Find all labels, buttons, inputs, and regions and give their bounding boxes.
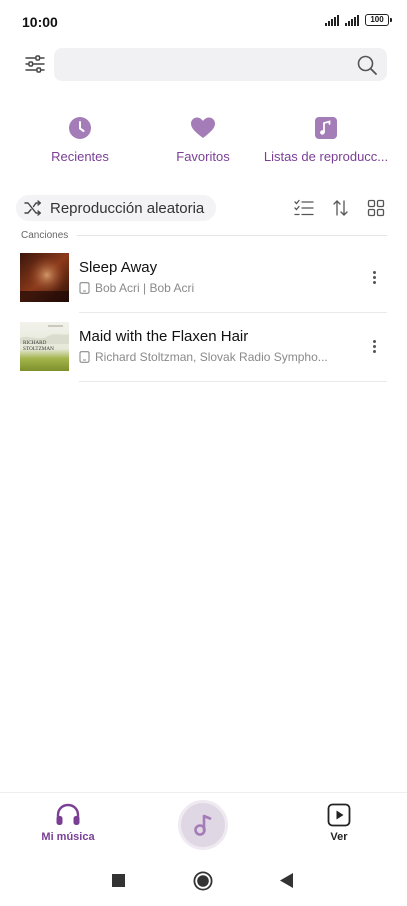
search-input[interactable] bbox=[54, 47, 387, 81]
grid-view-icon bbox=[367, 199, 385, 217]
song-title: Sleep Away bbox=[79, 259, 158, 276]
grid-view-button[interactable] bbox=[366, 198, 386, 218]
music-app-screen: 10:00 100 Recientes Favoritos Listas de … bbox=[0, 0, 407, 906]
shuffle-play-button[interactable]: Reproducción aleatoria bbox=[16, 195, 217, 221]
sliders-icon bbox=[25, 55, 45, 73]
phone-storage-icon bbox=[79, 282, 90, 294]
multi-select-icon bbox=[294, 199, 314, 216]
signal-icon bbox=[325, 14, 339, 26]
album-art bbox=[20, 253, 69, 302]
system-nav-bar bbox=[0, 857, 407, 906]
recents-square-icon[interactable] bbox=[112, 874, 125, 887]
status-indicators: 100 bbox=[325, 14, 392, 26]
album-art: RICHARD STOLTZMAN bbox=[20, 322, 69, 371]
tab-mi-musica[interactable]: Mi música bbox=[28, 803, 108, 843]
section-label: Canciones bbox=[21, 230, 69, 241]
bottom-nav: Mi música Ver bbox=[0, 793, 407, 856]
phone-storage-icon bbox=[79, 351, 90, 363]
shuffle-icon bbox=[24, 200, 41, 216]
quick-nav-recientes[interactable]: Recientes bbox=[15, 115, 145, 164]
song-artist: Bob Acri | Bob Acri bbox=[95, 281, 195, 295]
more-icon bbox=[372, 339, 376, 343]
heart-icon bbox=[190, 115, 216, 141]
play-video-icon bbox=[327, 803, 351, 827]
song-meta: Bob Acri | Bob Acri bbox=[79, 281, 349, 295]
more-options-button[interactable] bbox=[367, 267, 381, 287]
clock-icon bbox=[67, 115, 93, 141]
shuffle-play-label: Reproducción aleatoria bbox=[50, 199, 205, 217]
list-toolbar: Reproducción aleatoria bbox=[16, 195, 391, 221]
section-divider bbox=[77, 235, 387, 236]
quick-nav-label: Recientes bbox=[51, 149, 109, 164]
home-circle-icon[interactable] bbox=[193, 871, 213, 891]
search-box bbox=[54, 47, 387, 81]
headphones-icon bbox=[56, 803, 80, 825]
quick-nav: Recientes Favoritos Listas de reproducc.… bbox=[0, 115, 407, 170]
status-time: 10:00 bbox=[22, 14, 58, 30]
row-divider bbox=[79, 381, 387, 382]
quick-nav-label: Favoritos bbox=[176, 149, 230, 164]
song-artist: Richard Stoltzman, Slovak Radio Sympho..… bbox=[95, 350, 328, 364]
filter-button[interactable] bbox=[20, 47, 50, 81]
music-note-icon bbox=[313, 115, 339, 141]
back-triangle-icon[interactable] bbox=[280, 873, 293, 888]
now-playing-button[interactable] bbox=[178, 800, 228, 850]
more-icon bbox=[372, 270, 376, 274]
sort-icon bbox=[333, 200, 348, 216]
song-meta: Richard Stoltzman, Slovak Radio Sympho..… bbox=[79, 350, 349, 364]
quick-nav-favoritos[interactable]: Favoritos bbox=[138, 115, 268, 164]
search-icon[interactable] bbox=[356, 54, 378, 76]
row-divider bbox=[79, 312, 387, 313]
search-row bbox=[20, 47, 387, 81]
more-options-button[interactable] bbox=[367, 336, 381, 356]
tab-label: Mi música bbox=[41, 831, 95, 843]
quick-nav-label: Listas de reproducc... bbox=[263, 149, 389, 164]
quick-nav-listas[interactable]: Listas de reproducc... bbox=[261, 115, 391, 164]
tab-ver[interactable]: Ver bbox=[299, 803, 379, 843]
song-title: Maid with the Flaxen Hair bbox=[79, 328, 249, 345]
music-note-icon bbox=[194, 814, 212, 836]
battery-icon: 100 bbox=[365, 14, 392, 26]
song-row[interactable]: Sleep Away Bob Acri | Bob Acri bbox=[20, 253, 387, 303]
song-row[interactable]: RICHARD STOLTZMAN Maid with the Flaxen H… bbox=[20, 322, 387, 372]
status-bar: 10:00 100 bbox=[0, 0, 407, 44]
signal-icon bbox=[345, 14, 359, 26]
tab-label: Ver bbox=[330, 831, 348, 843]
sort-button[interactable] bbox=[331, 198, 351, 218]
multi-select-button[interactable] bbox=[294, 198, 314, 218]
album-art-text: STOLTZMAN bbox=[23, 346, 54, 352]
